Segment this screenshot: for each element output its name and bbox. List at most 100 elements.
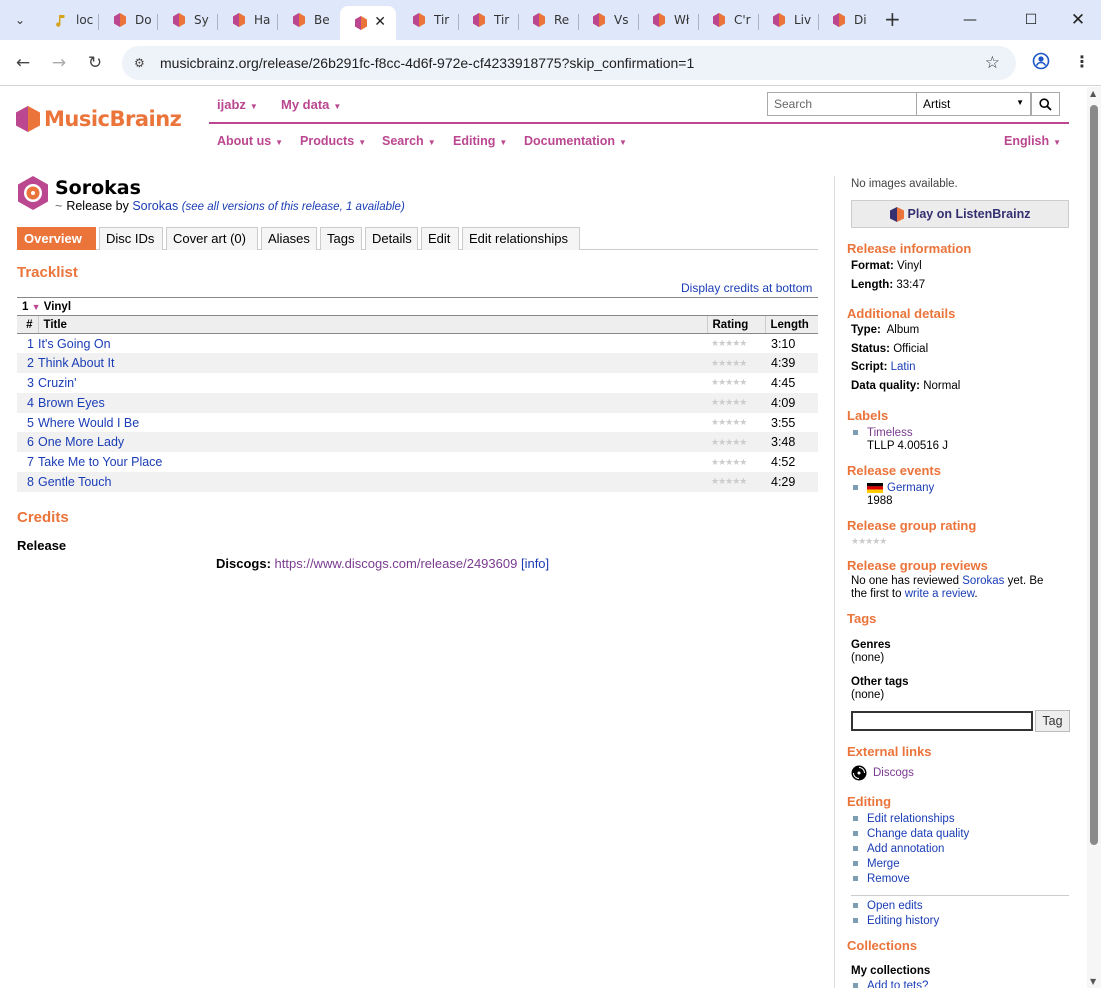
site-info-icon[interactable]: ⚙: [134, 56, 152, 70]
forward-icon[interactable]: →: [48, 52, 70, 74]
browser-tab[interactable]: Sy: [158, 6, 216, 34]
track-title-link[interactable]: One More Lady: [38, 435, 124, 449]
address-bar[interactable]: ⚙ musicbrainz.org/release/26b291fc-f8cc-…: [122, 46, 1016, 80]
remove-link[interactable]: Remove: [867, 873, 910, 885]
my-data-menu[interactable]: My data ▼: [281, 97, 341, 112]
artist-link[interactable]: Sorokas: [132, 199, 178, 213]
track-title-link[interactable]: Cruzin': [38, 376, 77, 390]
browser-tab[interactable]: Liv: [758, 6, 816, 34]
collapse-triangle-icon[interactable]: ▼: [32, 302, 41, 312]
maximize-icon[interactable]: ☐: [1016, 6, 1046, 34]
info-link[interactable]: [info]: [521, 556, 549, 571]
browser-tab[interactable]: Di: [818, 6, 876, 34]
scroll-down-icon[interactable]: ▼: [1090, 977, 1096, 986]
nav-search[interactable]: Search ▼: [382, 134, 436, 148]
discogs-url-link[interactable]: https://www.discogs.com/release/2493609: [275, 556, 518, 571]
tab-search-button[interactable]: ⌄: [8, 8, 32, 32]
rating-stars[interactable]: ★★★★★: [707, 392, 765, 413]
new-tab-icon[interactable]: +: [884, 9, 901, 29]
add-to-collection-link[interactable]: Add to tets?: [867, 980, 928, 988]
minimize-icon[interactable]: —: [955, 6, 985, 34]
script-link[interactable]: Latin: [891, 361, 916, 373]
chevron-down-icon: ▼: [499, 138, 508, 147]
edit-relationships-link[interactable]: Edit relationships: [867, 813, 955, 825]
discogs-link[interactable]: Discogs: [873, 767, 914, 779]
tab-disc-ids[interactable]: Disc IDs: [99, 227, 163, 250]
nav-documentation[interactable]: Documentation ▼: [524, 134, 627, 148]
release-group-rating-stars[interactable]: ★★★★★: [851, 536, 887, 547]
release-group-rating-heading: Release group rating: [847, 518, 977, 533]
browser-tab[interactable]: Do: [99, 6, 157, 34]
reviews-artist-link[interactable]: Sorokas: [962, 575, 1004, 587]
track-title-link[interactable]: Brown Eyes: [38, 396, 105, 410]
tab-edit[interactable]: Edit: [421, 227, 459, 250]
editing-history-link[interactable]: Editing history: [867, 915, 939, 927]
see-all-versions-link[interactable]: (see all versions of this release, 1 ava…: [182, 201, 405, 213]
browser-tab[interactable]: C'r: [698, 6, 756, 34]
browser-tab[interactable]: Wł: [638, 6, 696, 34]
rating-stars[interactable]: ★★★★★: [707, 452, 765, 473]
bookmark-star-icon[interactable]: ☆: [985, 53, 1000, 73]
tab-cover-art[interactable]: Cover art (0): [166, 227, 258, 250]
search-input[interactable]: Search: [767, 92, 917, 116]
browser-tab[interactable]: Vs: [578, 6, 636, 34]
tag-input[interactable]: [851, 711, 1033, 731]
track-title-link[interactable]: Gentle Touch: [38, 475, 111, 489]
menu-kebab-icon[interactable]: ⋮: [1074, 52, 1090, 71]
tab-aliases[interactable]: Aliases: [261, 227, 317, 250]
merge-link[interactable]: Merge: [867, 858, 900, 870]
track-title-link[interactable]: Think About It: [38, 356, 114, 370]
musicbrainz-favicon-icon: [355, 16, 367, 30]
browser-tab[interactable]: loc: [40, 6, 98, 34]
search-type-select[interactable]: Artist ▼: [916, 92, 1031, 116]
editing-item: Edit relationships: [853, 813, 955, 825]
rating-stars[interactable]: ★★★★★: [707, 432, 765, 453]
write-review-link[interactable]: write a review: [905, 588, 975, 600]
rating-stars[interactable]: ★★★★★: [707, 412, 765, 433]
browser-tab[interactable]: Be: [278, 6, 336, 34]
tab-overview[interactable]: Overview: [17, 227, 96, 250]
tab-tags[interactable]: Tags: [320, 227, 362, 250]
tab-edit-relationships[interactable]: Edit relationships: [462, 227, 580, 250]
nav-products[interactable]: Products ▼: [300, 134, 366, 148]
listenbrainz-button[interactable]: Play on ListenBrainz: [851, 200, 1069, 228]
track-title-link[interactable]: Where Would I Be: [38, 416, 139, 430]
rating-stars[interactable]: ★★★★★: [707, 353, 765, 374]
profile-icon[interactable]: [1032, 52, 1050, 74]
release-group-reviews-heading: Release group reviews: [847, 558, 988, 573]
browser-tab[interactable]: Re: [518, 6, 576, 34]
browser-tab[interactable]: Tir: [398, 6, 456, 34]
label-link[interactable]: Timeless: [867, 427, 913, 439]
url-text[interactable]: musicbrainz.org/release/26b291fc-f8cc-4d…: [160, 55, 694, 71]
collections-heading: Collections: [847, 938, 918, 953]
display-credits-link[interactable]: Display credits at bottom: [681, 281, 812, 295]
browser-tab-active[interactable]: ✕: [340, 6, 396, 40]
back-icon[interactable]: ←: [12, 52, 34, 74]
rating-stars[interactable]: ★★★★★: [707, 472, 765, 492]
site-logo[interactable]: MusicBrainz: [16, 106, 182, 132]
scrollbar-thumb[interactable]: [1090, 105, 1098, 845]
open-edits-link[interactable]: Open edits: [867, 900, 923, 912]
label-item: Timeless: [853, 427, 913, 439]
change-data-quality-link[interactable]: Change data quality: [867, 828, 969, 840]
close-tab-icon[interactable]: ✕: [374, 14, 386, 30]
search-button[interactable]: [1031, 92, 1060, 116]
close-window-icon[interactable]: ✕: [1063, 6, 1093, 34]
tag-button[interactable]: Tag: [1035, 710, 1070, 732]
track-title-link[interactable]: Take Me to Your Place: [38, 455, 162, 469]
reload-icon[interactable]: ↻: [84, 52, 106, 74]
browser-tab[interactable]: Tir: [458, 6, 516, 34]
language-menu[interactable]: English ▼: [1004, 134, 1061, 148]
browser-tab[interactable]: Ha: [218, 6, 276, 34]
scroll-up-icon[interactable]: ▲: [1090, 89, 1096, 98]
tab-details[interactable]: Details: [365, 227, 418, 250]
user-menu[interactable]: ijabz ▼: [217, 97, 258, 112]
rating-stars[interactable]: ★★★★★: [707, 333, 765, 354]
add-annotation-link[interactable]: Add annotation: [867, 843, 944, 855]
page-scrollbar[interactable]: ▲ ▼: [1087, 87, 1101, 988]
track-title-link[interactable]: It's Going On: [38, 337, 111, 351]
nav-editing[interactable]: Editing ▼: [453, 134, 507, 148]
rating-stars[interactable]: ★★★★★: [707, 373, 765, 393]
country-link[interactable]: Germany: [887, 482, 934, 494]
nav-about-us[interactable]: About us ▼: [217, 134, 283, 148]
